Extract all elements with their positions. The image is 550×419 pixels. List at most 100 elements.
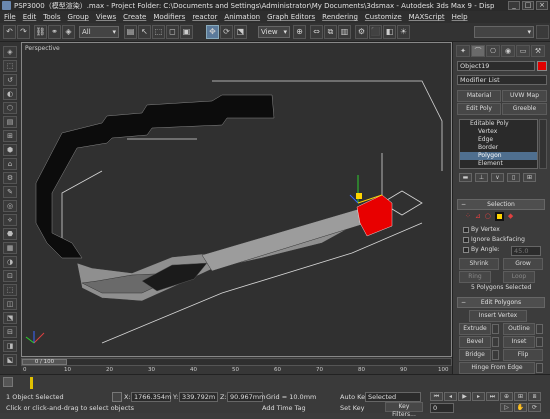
by-angle-checkbox[interactable]: By Angle: [463,246,500,253]
ring-button[interactable]: Ring [459,271,491,283]
menu-rendering[interactable]: Rendering [322,13,358,21]
minimize-button[interactable]: _ [508,1,520,10]
render-setup-icon[interactable]: ◧ [383,25,396,39]
add-time-tag[interactable]: Add Time Tag [262,404,306,412]
align-icon[interactable]: ⧉ [324,25,337,39]
tool-icon-22[interactable]: ◨ [3,340,17,352]
maximize-button[interactable]: □ [522,1,534,10]
menu-group[interactable]: Group [68,13,89,21]
tool-icon-20[interactable]: ⬔ [3,312,17,324]
next-frame-icon[interactable]: ▸ [472,392,485,401]
tool-icon-16[interactable]: ◑ [3,256,17,268]
stack-item-vertex[interactable]: Vertex [460,128,537,136]
tool-icon-3[interactable]: ↺ [3,74,17,86]
undo-icon[interactable]: ↶ [3,25,16,39]
modify-tab-icon[interactable]: ⌒ [471,45,485,57]
material-editor-icon[interactable]: ⬛ [369,25,382,39]
curve-editor-icon[interactable]: ⚙ [355,25,368,39]
menu-file[interactable]: File [4,13,16,21]
move-icon[interactable]: ✥ [206,25,219,39]
rect-selection-icon[interactable]: ⬚ [152,25,165,39]
go-to-start-icon[interactable]: ⏮ [430,392,443,401]
menu-graph-editors[interactable]: Graph Editors [267,13,315,21]
stack-item-element[interactable]: Element [460,160,537,168]
stack-item-edge[interactable]: Edge [460,136,537,144]
tool-icon-12[interactable]: ◎ [3,200,17,212]
pivot-center-icon[interactable]: ⊕ [293,25,306,39]
arc-rotate-icon[interactable]: ⟳ [528,403,541,412]
zoom-all-icon[interactable]: ⊞ [514,392,527,401]
tool-icon-4[interactable]: ◐ [3,88,17,100]
tool-icon-10[interactable]: ⚙ [3,172,17,184]
tool-icon-17[interactable]: ⊡ [3,270,17,282]
tool-icon-21[interactable]: ⊟ [3,326,17,338]
edit-polygons-rollout-header[interactable]: Edit Polygons [457,297,545,308]
zoom-icon[interactable]: ⊕ [500,392,513,401]
go-to-end-icon[interactable]: ⏭ [486,392,499,401]
maxscript-listener-icon[interactable] [3,377,13,387]
layer-manager-icon[interactable]: ▥ [338,25,351,39]
tool-icon-14[interactable]: ⬣ [3,228,17,240]
menu-views[interactable]: Views [96,13,116,21]
hinge-from-edge-button[interactable]: Hinge From Edge [459,362,535,374]
inset-settings-button[interactable] [536,337,543,347]
key-filters-button[interactable]: Key Filters... [385,402,423,418]
polygon-mode-icon[interactable] [494,212,504,221]
grow-button[interactable]: Grow [503,258,543,270]
unlink-icon[interactable]: ⚭ [48,25,61,39]
set-key-button[interactable]: Set Key [340,404,365,412]
field-of-view-icon[interactable]: ▷ [500,403,513,412]
menu-edit[interactable]: Edit [23,13,37,21]
menu-create[interactable]: Create [123,13,146,21]
zoom-extents-icon[interactable]: ⧈ [528,392,541,401]
bevel-settings-button[interactable] [492,337,499,347]
material-button[interactable]: Material [457,90,501,102]
tool-icon-13[interactable]: ⟡ [3,214,17,226]
bridge-button[interactable]: Bridge [459,349,491,361]
ignore-backfacing-checkbox[interactable]: Ignore Backfacing [463,236,525,243]
render-production-icon[interactable] [536,25,549,39]
inset-button[interactable]: Inset [503,336,535,348]
tool-icon-19[interactable]: ◫ [3,298,17,310]
perspective-viewport[interactable]: Perspective [21,42,452,357]
greeble-button[interactable]: Greeble [502,103,547,115]
tool-icon-5[interactable]: ⬡ [3,102,17,114]
x-coordinate-field[interactable]: 1766.354m [131,392,171,402]
lock-selection-icon[interactable] [112,392,122,402]
stack-item-polygon[interactable]: Polygon [460,152,537,160]
stack-item-border[interactable]: Border [460,144,537,152]
window-crossing-icon[interactable]: ◻ [166,25,179,39]
angle-value-field[interactable]: 45.0 [511,246,541,256]
outline-settings-button[interactable] [536,324,543,334]
stack-item-editable-poly[interactable]: Editable Poly [460,120,537,128]
select-region-icon[interactable]: ▣ [180,25,193,39]
tool-icon-6[interactable]: ▤ [3,116,17,128]
tool-icon-7[interactable]: ⊞ [3,130,17,142]
scale-icon[interactable]: ⬔ [234,25,247,39]
menu-reactor[interactable]: reactor [192,13,217,21]
hinge-settings-button[interactable] [536,363,543,373]
tool-icon-8[interactable]: ⬢ [3,144,17,156]
edge-mode-icon[interactable]: ⊿ [475,212,481,221]
modifier-list-dropdown[interactable]: Modifier List [457,75,547,85]
reference-coordinate-dropdown[interactable]: View [258,26,290,38]
tool-icon-11[interactable]: ✎ [3,186,17,198]
time-slider[interactable]: 0 / 100 [21,358,452,366]
insert-vertex-button[interactable]: Insert Vertex [469,310,527,322]
extrude-button[interactable]: Extrude [459,323,491,335]
object-color-swatch[interactable] [537,61,547,71]
configure-sets-icon[interactable]: ⊞ [523,173,536,182]
vertex-mode-icon[interactable]: ⁘ [465,212,471,221]
select-object-icon[interactable]: ↖ [138,25,151,39]
pan-icon[interactable]: ✋ [514,403,527,412]
by-vertex-checkbox[interactable]: By Vertex [463,226,500,233]
tool-icon-9[interactable]: ⌂ [3,158,17,170]
edit-poly-button[interactable]: Edit Poly [457,103,501,115]
link-icon[interactable]: ⛓ [34,25,47,39]
loop-button[interactable]: Loop [503,271,535,283]
key-mode-dropdown[interactable]: Selected [365,392,421,402]
tool-icon-15[interactable]: ▦ [3,242,17,254]
mirror-icon[interactable]: ⇔ [310,25,323,39]
render-preset-dropdown[interactable] [474,26,534,38]
stack-scrollbar[interactable] [539,119,547,169]
